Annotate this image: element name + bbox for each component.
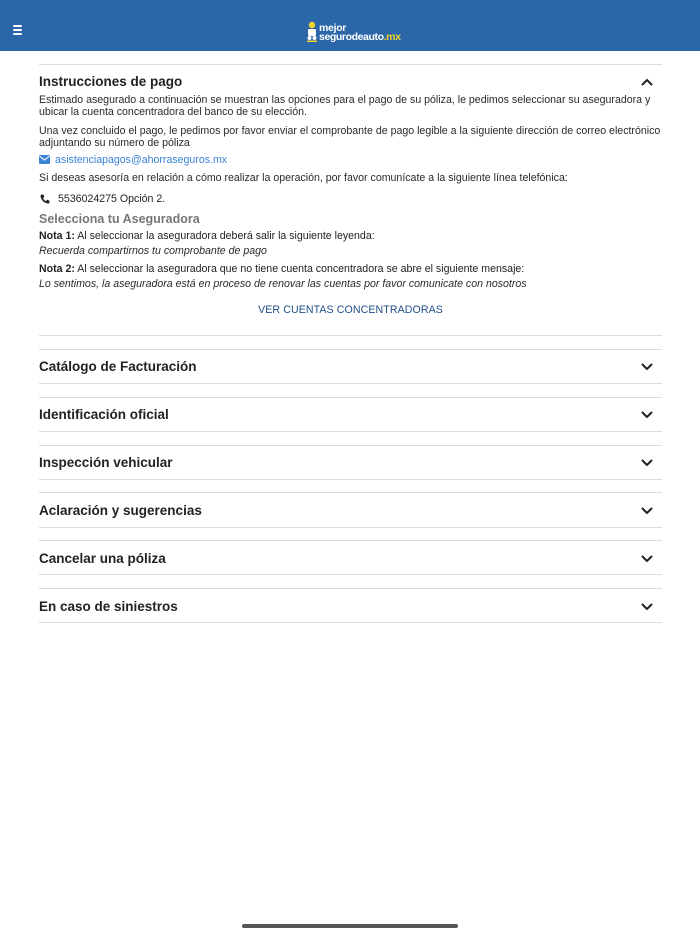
- divider: [39, 335, 662, 336]
- phone-help-text: Si deseas asesoría en relación a cómo re…: [39, 172, 568, 184]
- divider: [39, 492, 662, 493]
- support-phone-number[interactable]: 5536024275 Opción 2.: [58, 193, 165, 205]
- note-2-text: Al seleccionar la aseguradora que no tie…: [74, 263, 525, 275]
- hamburger-menu-icon[interactable]: [13, 25, 23, 35]
- divider: [39, 397, 662, 398]
- note-2-quote: Lo sentimos, la aseguradora está en proc…: [39, 278, 527, 290]
- divider: [39, 349, 662, 350]
- divider: [39, 527, 662, 528]
- chevron-down-icon[interactable]: [640, 360, 654, 374]
- note-1-label: Nota 1:: [39, 230, 75, 242]
- logo-text-tld: .mx: [383, 31, 401, 43]
- logo-car-icon: [307, 21, 317, 42]
- divider: [39, 479, 662, 480]
- select-insurer-title: Selecciona tu Aseguradora: [39, 212, 200, 226]
- payment-proof-text: Una vez concluido el pago, le pedimos po…: [39, 125, 661, 149]
- divider: [39, 64, 662, 65]
- note-2-label: Nota 2:: [39, 263, 75, 275]
- note-2: Nota 2: Al seleccionar la aseguradora qu…: [39, 263, 524, 275]
- payment-section-header[interactable]: Instrucciones de pago: [39, 74, 182, 89]
- section-header-official-id[interactable]: Identificación oficial: [39, 407, 169, 422]
- divider: [39, 588, 662, 589]
- envelope-icon: [39, 155, 50, 164]
- divider: [39, 431, 662, 432]
- support-email-link[interactable]: asistenciapagos@ahorraseguros.mx: [55, 154, 227, 166]
- section-header-cancel-policy[interactable]: Cancelar una póliza: [39, 551, 166, 566]
- phone-icon: [40, 194, 50, 204]
- logo-text-main: segurodeauto: [319, 31, 384, 43]
- home-indicator[interactable]: [242, 924, 458, 928]
- divider: [39, 574, 662, 575]
- divider: [39, 445, 662, 446]
- section-header-vehicle-inspection[interactable]: Inspección vehicular: [39, 455, 173, 470]
- section-header-claims[interactable]: En caso de siniestros: [39, 599, 178, 614]
- divider: [39, 622, 662, 623]
- view-concentrator-accounts-button[interactable]: VER CUENTAS CONCENTRADORAS: [39, 304, 662, 316]
- top-app-bar: mejor segurodeauto.mx: [0, 0, 700, 51]
- logo-text-bottom: segurodeauto.mx: [319, 32, 401, 43]
- section-header-clarifications[interactable]: Aclaración y sugerencias: [39, 503, 202, 518]
- chevron-down-icon[interactable]: [640, 456, 654, 470]
- note-1: Nota 1: Al seleccionar la aseguradora de…: [39, 230, 375, 242]
- chevron-down-icon[interactable]: [640, 408, 654, 422]
- section-header-billing-catalog[interactable]: Catálogo de Facturación: [39, 359, 197, 374]
- chevron-up-icon[interactable]: [640, 75, 654, 89]
- chevron-down-icon[interactable]: [640, 504, 654, 518]
- divider: [39, 383, 662, 384]
- divider: [39, 540, 662, 541]
- note-1-quote: Recuerda compartirnos tu comprobante de …: [39, 245, 267, 257]
- chevron-down-icon[interactable]: [640, 552, 654, 566]
- payment-intro-text: Estimado asegurado a continuación se mue…: [39, 94, 651, 118]
- note-1-text: Al seleccionar la aseguradora deberá sal…: [74, 230, 375, 242]
- chevron-down-icon[interactable]: [640, 600, 654, 614]
